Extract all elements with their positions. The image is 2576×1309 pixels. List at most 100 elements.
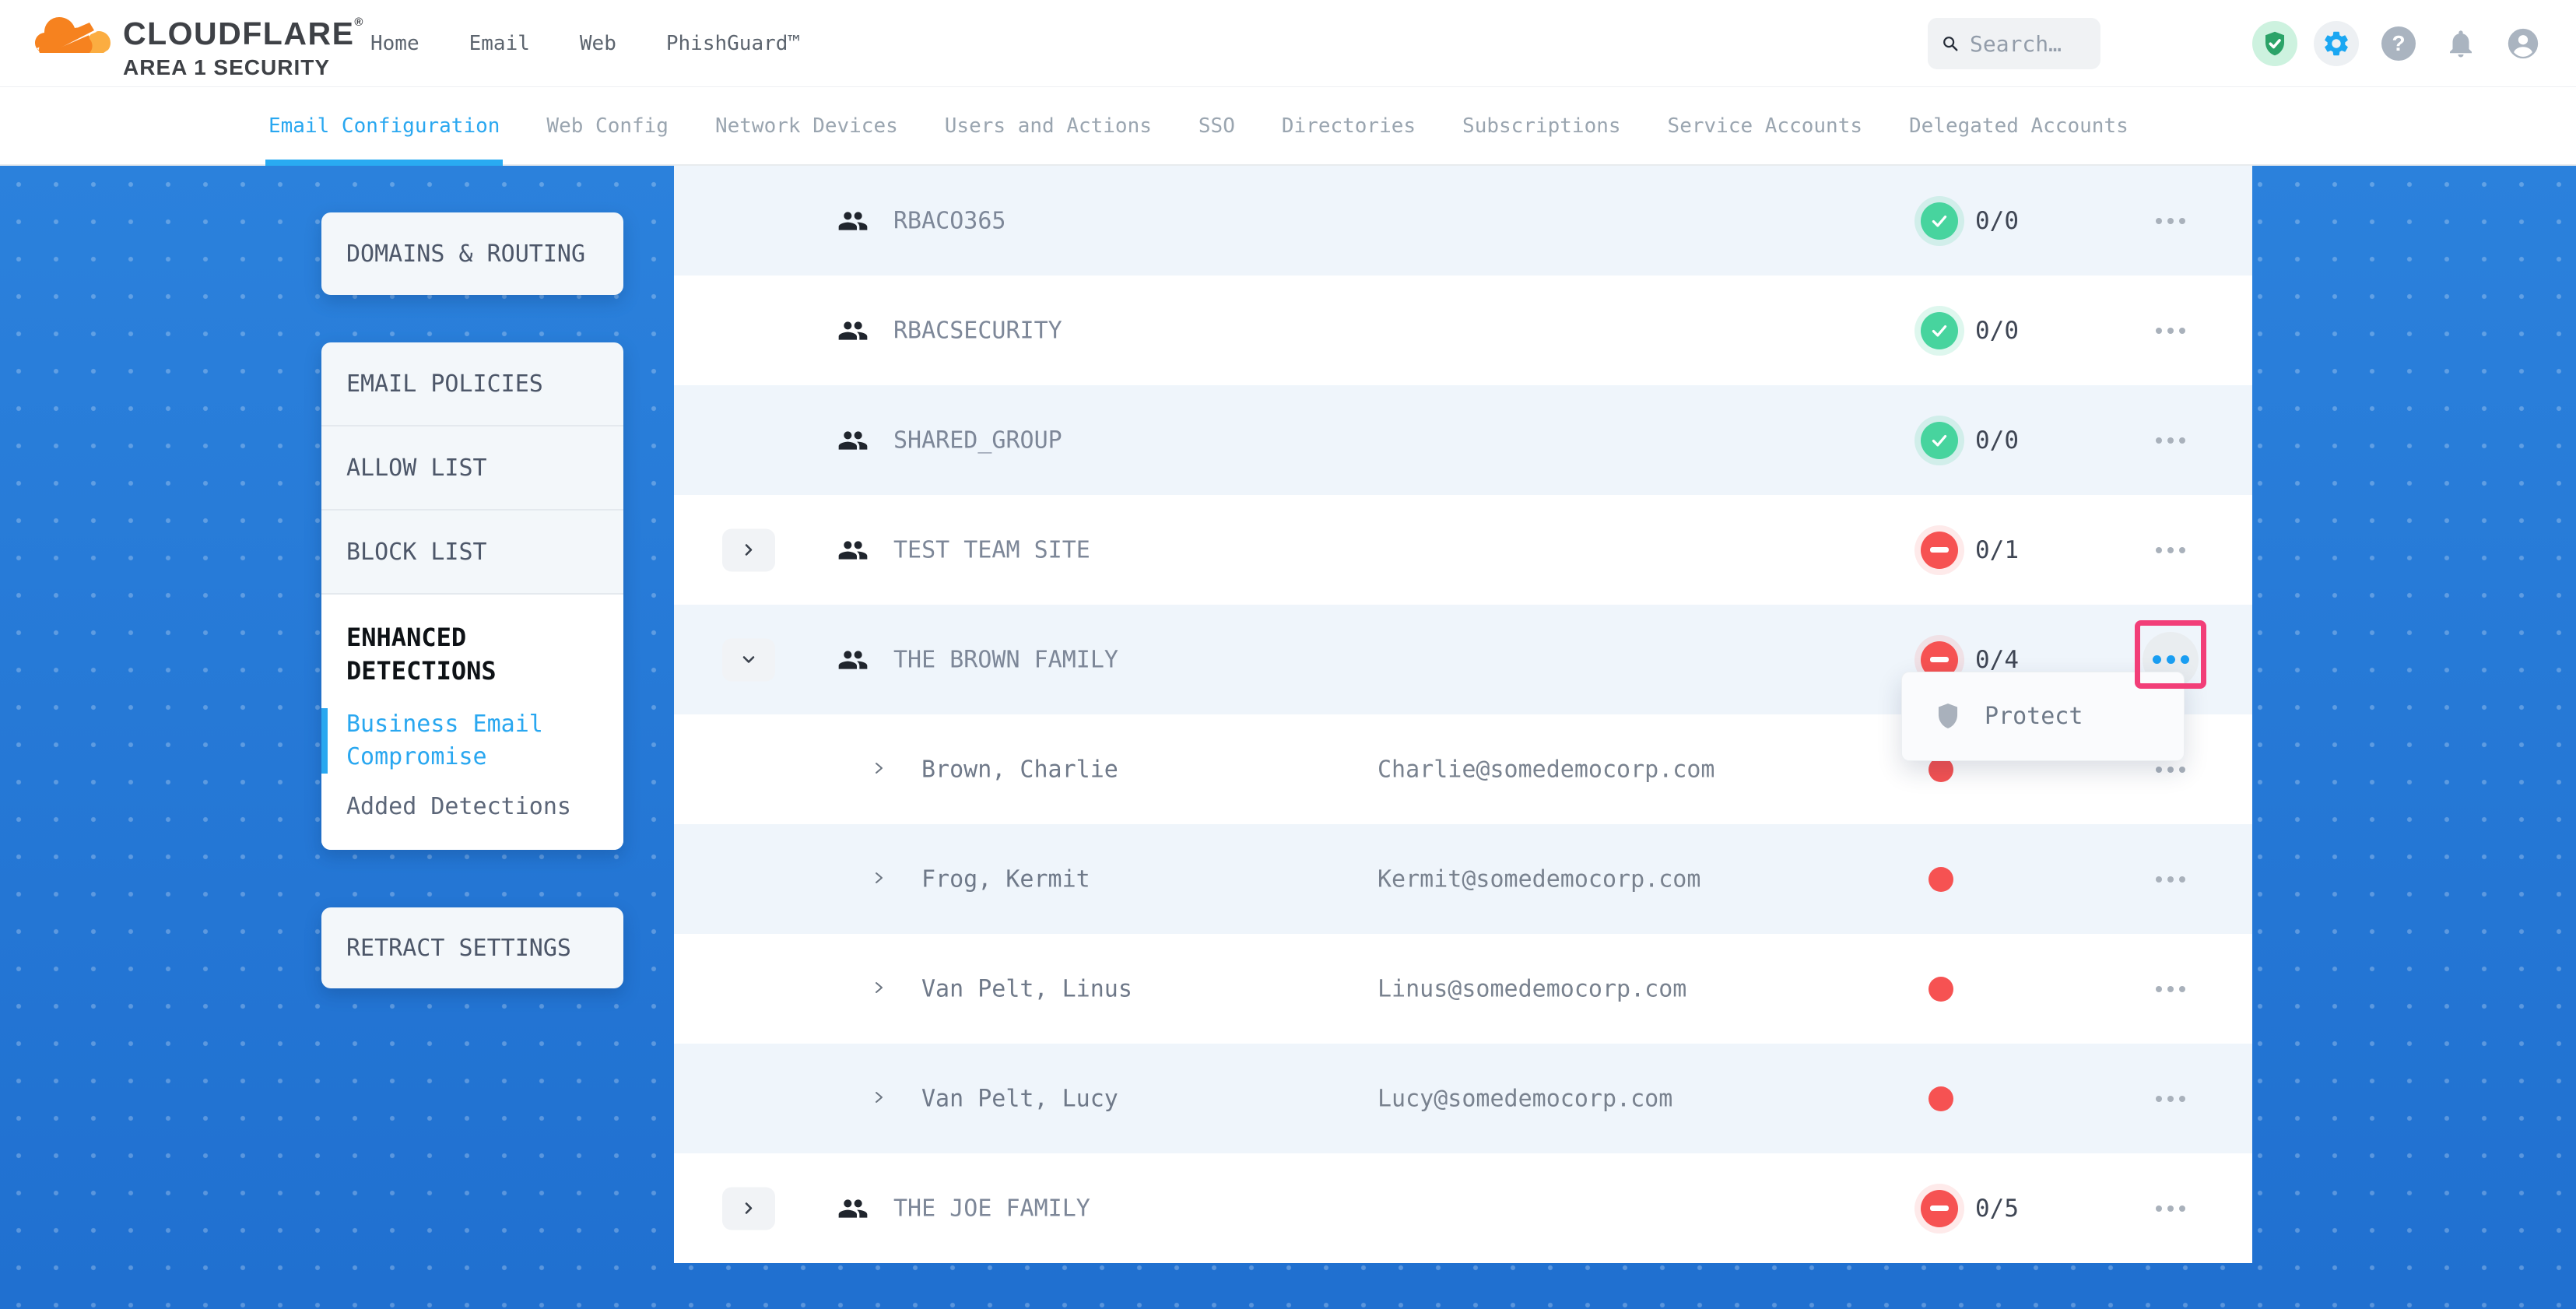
content-area: DOMAINS & ROUTING EMAIL POLICIES ALLOW L… <box>0 166 2576 1309</box>
minus-icon <box>1930 547 1949 553</box>
subnav-tab[interactable]: Users and Actions <box>945 87 1152 164</box>
status-blocked-badge <box>1921 1190 1958 1227</box>
subnav-tab[interactable]: Service Accounts <box>1668 87 1862 164</box>
sidebar-enhanced-detections: ENHANCED DETECTIONS Business Email Compr… <box>321 595 623 850</box>
table-row: Van Pelt, Lucy Lucy@somedemocorp.com <box>674 1044 2252 1153</box>
row-name: Brown, Charlie <box>921 756 1118 783</box>
table-row: Frog, Kermit Kermit@somedemocorp.com <box>674 824 2252 934</box>
group-people-icon <box>837 536 869 564</box>
row-name: TEST TEAM SITE <box>893 536 1090 563</box>
sidebar-item-enhanced-detections[interactable]: ENHANCED DETECTIONS <box>346 621 609 688</box>
group-people-icon <box>837 646 869 674</box>
highlight-box <box>2135 620 2206 689</box>
protected-count: 0/0 <box>1975 317 2019 345</box>
minus-icon <box>1930 657 1949 662</box>
row-name: Van Pelt, Linus <box>921 975 1132 1002</box>
top-nav-link[interactable]: PhishGuard™ <box>666 32 800 55</box>
sidebar-item-retract-settings[interactable]: RETRACT SETTINGS <box>321 907 623 988</box>
row-name: RBACO365 <box>893 207 1006 234</box>
row-actions-button[interactable] <box>2143 193 2199 249</box>
check-icon <box>1929 211 1950 231</box>
row-name: Van Pelt, Lucy <box>921 1085 1118 1112</box>
row-name: Frog, Kermit <box>921 865 1090 893</box>
sidebar-subitem[interactable]: Business Email Compromise <box>321 708 609 774</box>
member-chevron-icon <box>871 870 886 889</box>
sidebar-policy-list: EMAIL POLICIES ALLOW LIST BLOCK LIST <box>321 342 623 595</box>
status-ok-badge <box>1921 202 1958 240</box>
sidebar-policy-item[interactable]: EMAIL POLICIES <box>321 342 623 426</box>
protected-count: 0/1 <box>1975 536 2019 564</box>
security-status-shield-icon[interactable] <box>2252 21 2297 66</box>
minus-icon <box>1930 1205 1949 1211</box>
row-actions-button[interactable] <box>2143 303 2199 359</box>
subnav-tab[interactable]: Subscriptions <box>1462 87 1621 164</box>
row-actions-button[interactable] <box>2143 412 2199 469</box>
sidebar-subitem[interactable]: Added Detections <box>346 791 609 823</box>
expand-toggle-button[interactable] <box>722 528 775 571</box>
row-actions-button[interactable] <box>2143 1071 2199 1127</box>
config-subnav: Email Configuration Web Config Network D… <box>0 87 2576 166</box>
row-name: SHARED_GROUP <box>893 426 1062 454</box>
expand-toggle-button[interactable] <box>722 638 775 681</box>
protected-count: 0/4 <box>1975 646 2019 674</box>
settings-gear-icon[interactable] <box>2314 21 2359 66</box>
status-ok-badge <box>1921 422 1958 459</box>
notifications-bell-icon[interactable] <box>2444 27 2477 60</box>
row-name: RBACSECURITY <box>893 317 1062 344</box>
row-actions-button[interactable] <box>2143 1181 2199 1237</box>
row-email: Linus@somedemocorp.com <box>1377 975 1686 1002</box>
expand-toggle-button[interactable] <box>722 1187 775 1230</box>
check-icon <box>1929 321 1950 341</box>
sidebar-policy-item[interactable]: ALLOW LIST <box>321 426 623 511</box>
member-chevron-icon <box>871 760 886 779</box>
protected-count: 0/0 <box>1975 426 2019 454</box>
app-header: CLOUDFLARE® AREA 1 SECURITY Home Email W… <box>0 0 2576 87</box>
top-nav-link[interactable]: Home <box>370 32 419 55</box>
search-input[interactable] <box>1970 31 2086 57</box>
subnav-tab[interactable]: Email Configuration <box>268 87 500 164</box>
top-nav: Home Email Web PhishGuard™ <box>370 0 800 87</box>
help-icon[interactable]: ? <box>2381 26 2416 61</box>
top-nav-link[interactable]: Email <box>469 32 530 55</box>
status-dot-badge <box>1928 977 1953 1002</box>
protected-count: 0/5 <box>1975 1195 2019 1223</box>
user-avatar-icon[interactable] <box>2505 26 2541 61</box>
status-blocked-badge <box>1921 532 1958 569</box>
row-email: Lucy@somedemocorp.com <box>1377 1085 1672 1112</box>
subnav-tab[interactable]: Delegated Accounts <box>1909 87 2129 164</box>
member-chevron-icon <box>871 980 886 998</box>
row-actions-button[interactable] <box>2143 851 2199 907</box>
row-email: Charlie@somedemocorp.com <box>1377 756 1714 783</box>
chevron-right-icon <box>742 543 756 557</box>
chevron-right-icon <box>742 1202 756 1216</box>
row-name: THE JOE FAMILY <box>893 1195 1090 1222</box>
enhanced-detections-subitems: Business Email Compromise Added Detectio… <box>346 708 609 823</box>
group-people-icon <box>837 1195 869 1223</box>
area1-security-app: CLOUDFLARE® AREA 1 SECURITY Home Email W… <box>0 0 2576 1309</box>
sidebar-policy-item[interactable]: BLOCK LIST <box>321 511 623 595</box>
registered-mark: ® <box>354 16 364 29</box>
status-ok-badge <box>1921 312 1958 349</box>
top-nav-link[interactable]: Web <box>580 32 616 55</box>
table-row: SHARED_GROUP 0/0 <box>674 385 2252 495</box>
subnav-tab[interactable]: SSO <box>1199 87 1235 164</box>
status-dot-badge <box>1928 1086 1953 1111</box>
table-row: TEST TEAM SITE 0/1 <box>674 495 2252 605</box>
subnav-tab[interactable]: Web Config <box>546 87 669 164</box>
row-name: THE BROWN FAMILY <box>893 646 1118 673</box>
row-actions-button[interactable] <box>2143 961 2199 1017</box>
table-row: RBACSECURITY 0/0 <box>674 275 2252 385</box>
group-people-icon <box>837 317 869 345</box>
subnav-tab[interactable]: Directories <box>1282 87 1416 164</box>
sidebar-policies-card: EMAIL POLICIES ALLOW LIST BLOCK LIST ENH… <box>321 342 623 850</box>
chevron-right-icon <box>742 653 756 667</box>
status-dot-badge <box>1928 867 1953 892</box>
subnav-tab[interactable]: Network Devices <box>715 87 898 164</box>
group-people-icon <box>837 207 869 235</box>
row-actions-button[interactable] <box>2143 522 2199 578</box>
table-row: THE JOE FAMILY 0/5 <box>674 1153 2252 1263</box>
protected-count: 0/0 <box>1975 207 2019 235</box>
search-box[interactable] <box>1928 18 2100 69</box>
cloudflare-cloud-icon <box>35 8 119 56</box>
sidebar-item-domains-routing[interactable]: DOMAINS & ROUTING <box>321 212 623 295</box>
